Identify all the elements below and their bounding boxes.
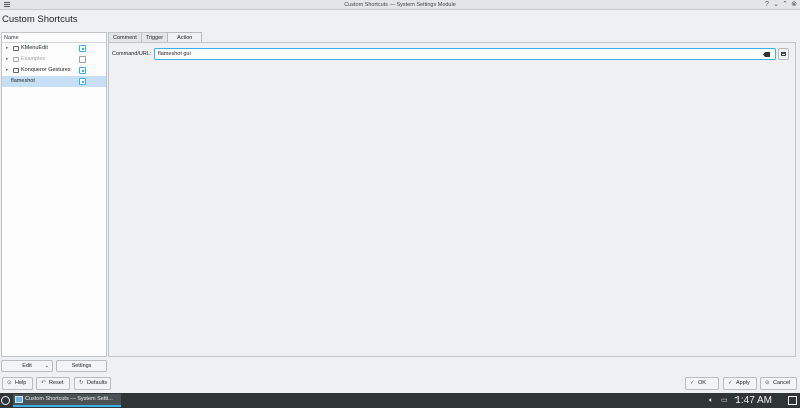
cancel-button[interactable]: ⊘ Cancel	[760, 377, 797, 390]
apply-button-label: Apply	[736, 380, 750, 386]
folder-icon	[13, 46, 19, 51]
ok-button[interactable]: ✓ OK	[685, 377, 719, 390]
tree-item-kmenuedit[interactable]: ▸ KMenuEdit	[2, 43, 106, 54]
tree-header-name[interactable]: Name	[2, 33, 106, 43]
enable-checkbox[interactable]	[79, 78, 86, 85]
clipboard-icon[interactable]: ▭	[721, 396, 728, 405]
minimize-icon[interactable]: ⌄	[772, 1, 780, 9]
ok-button-label: OK	[698, 380, 706, 386]
clock[interactable]: 1:47 AM	[735, 394, 772, 407]
tree-item-label: Examples	[21, 56, 46, 62]
tab-action[interactable]: Action	[167, 32, 203, 42]
window-title: Custom Shortcuts — System Settings Modul…	[344, 2, 456, 8]
chevron-down-icon: ⌄	[44, 363, 49, 369]
taskbar: Custom Shortcuts — System Setti... 🔈︎ ▭ …	[0, 393, 800, 408]
command-url-label: Command/URL:	[112, 51, 152, 57]
tree-item-label: KMenuEdit	[21, 45, 48, 51]
edit-dropdown-button[interactable]: Edit ⌄	[1, 360, 53, 372]
maximize-icon[interactable]: ⌃	[781, 1, 789, 9]
expand-arrow-icon[interactable]: ▸	[6, 43, 9, 54]
application-launcher-icon[interactable]	[1, 396, 10, 405]
tab-trigger[interactable]: Trigger	[140, 32, 169, 42]
expand-arrow-icon[interactable]: ▸	[6, 65, 9, 76]
volume-icon[interactable]: 🔈︎	[709, 396, 713, 405]
tab-bar: Comment Trigger Action	[108, 32, 203, 42]
tree-item-flameshot[interactable]: flameshot	[2, 76, 106, 87]
defaults-button[interactable]: ↻ Defaults	[74, 377, 111, 390]
enable-checkbox[interactable]	[79, 56, 86, 63]
apply-button[interactable]: ✓ Apply	[723, 377, 757, 390]
tree-item-examples[interactable]: ▸ Examples	[2, 54, 106, 65]
settings-button[interactable]: Settings	[56, 360, 107, 372]
help-icon: ⊙	[7, 380, 12, 386]
help-button-label: Help	[15, 380, 27, 386]
folder-icon	[13, 57, 19, 62]
reset-button[interactable]: ↶ Reset	[36, 377, 70, 390]
reset-button-label: Reset	[49, 380, 64, 386]
cancel-button-label: Cancel	[773, 380, 791, 386]
cancel-icon: ⊘	[765, 380, 770, 386]
close-icon[interactable]: ⊗	[790, 1, 798, 9]
action-tab-panel: Command/URL:	[108, 42, 796, 357]
help-icon[interactable]: ?	[763, 1, 771, 9]
enable-checkbox[interactable]	[79, 45, 86, 52]
system-settings-icon	[15, 396, 23, 403]
tab-comment[interactable]: Comment	[108, 32, 142, 42]
taskbar-task-custom-shortcuts[interactable]: Custom Shortcuts — System Setti...	[13, 394, 121, 407]
reset-icon: ↶	[41, 380, 46, 386]
folder-icon	[13, 68, 19, 73]
command-url-input[interactable]	[154, 48, 776, 60]
show-desktop-icon[interactable]	[788, 396, 797, 405]
help-button[interactable]: ⊙ Help	[2, 377, 33, 390]
checkmark-icon: ✓	[728, 380, 733, 386]
checkmark-icon: ✓	[690, 380, 695, 386]
task-label: Custom Shortcuts — System Setti...	[25, 396, 113, 402]
tree-item-label: flameshot	[11, 78, 35, 84]
tree-item-label: Konqueror Gestures	[21, 67, 71, 73]
defaults-icon: ↻	[79, 380, 84, 386]
enable-checkbox[interactable]	[79, 67, 86, 74]
defaults-button-label: Defaults	[87, 380, 108, 386]
expand-arrow-icon[interactable]: ▸	[6, 54, 9, 65]
window-titlebar: Custom Shortcuts — System Settings Modul…	[0, 0, 800, 10]
tree-item-konqueror-gestures[interactable]: ▸ Konqueror Gestures	[2, 65, 106, 76]
browse-file-button[interactable]	[778, 48, 789, 60]
page-title: Custom Shortcuts	[2, 14, 78, 25]
open-file-icon	[781, 52, 786, 56]
edit-button-label: Edit	[22, 363, 32, 369]
shortcut-tree[interactable]: Name ▸ KMenuEdit ▸ Examples ▸ Konqueror …	[1, 32, 107, 357]
